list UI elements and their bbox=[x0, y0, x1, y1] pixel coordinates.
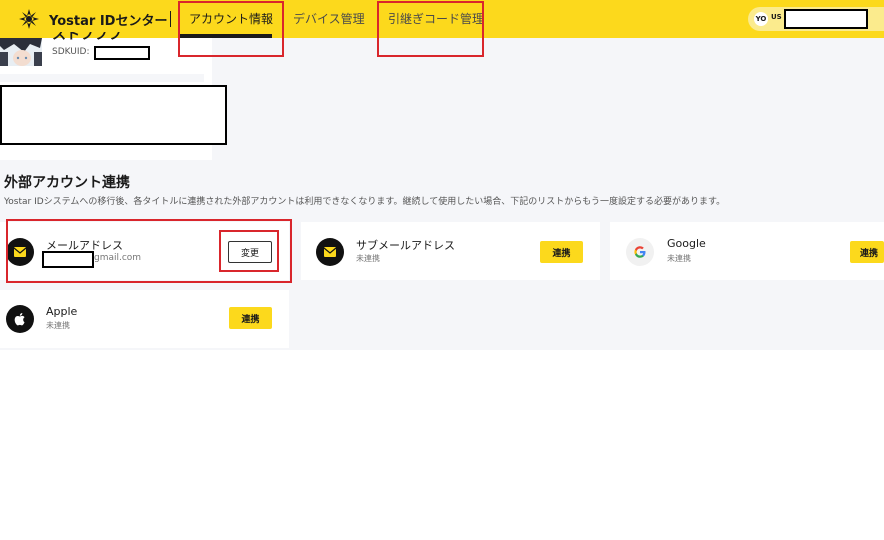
redacted-sdkuid bbox=[94, 46, 150, 60]
annotation-box-transfer-tab bbox=[377, 1, 484, 57]
redacted-profile-info bbox=[0, 85, 227, 145]
link-google-button[interactable]: 連携 bbox=[850, 241, 884, 263]
redacted-user-area bbox=[784, 9, 868, 29]
sub-mail-icon bbox=[316, 238, 344, 266]
profile-username: ストフフフ bbox=[52, 32, 122, 43]
annotation-box-change-button bbox=[219, 230, 279, 272]
section-title: 外部アカウント連携 bbox=[4, 175, 130, 191]
google-icon bbox=[626, 238, 654, 266]
annotation-box-account-tab bbox=[178, 1, 284, 57]
link-sub-email-button[interactable]: 連携 bbox=[540, 241, 583, 263]
account-name-apple: Apple bbox=[46, 305, 78, 318]
app-title[interactable]: Yostar IDセンター bbox=[49, 10, 167, 29]
link-apple-button[interactable]: 連携 bbox=[229, 307, 272, 329]
yostar-logo-icon[interactable] bbox=[18, 8, 40, 30]
tab-device-management[interactable]: デバイス管理 bbox=[293, 10, 365, 27]
account-status-apple: 未連携 bbox=[46, 321, 70, 330]
language-option-us[interactable]: US bbox=[771, 13, 782, 21]
language-option-yo[interactable]: YO bbox=[754, 12, 768, 26]
section-description: Yostar IDシステムへの移行後、各タイトルに連携された外部アカウントは利用… bbox=[4, 197, 726, 207]
account-name-google: Google bbox=[667, 237, 706, 250]
header-divider bbox=[170, 11, 171, 27]
sdkuid-label: SDKUID: bbox=[52, 47, 90, 57]
apple-icon bbox=[6, 305, 34, 333]
account-name-sub-email: サブメールアドレス bbox=[356, 239, 455, 252]
avatar bbox=[0, 38, 42, 66]
profile-separator bbox=[0, 74, 204, 82]
account-status-sub-email: 未連携 bbox=[356, 254, 380, 263]
account-status-google: 未連携 bbox=[667, 254, 691, 263]
